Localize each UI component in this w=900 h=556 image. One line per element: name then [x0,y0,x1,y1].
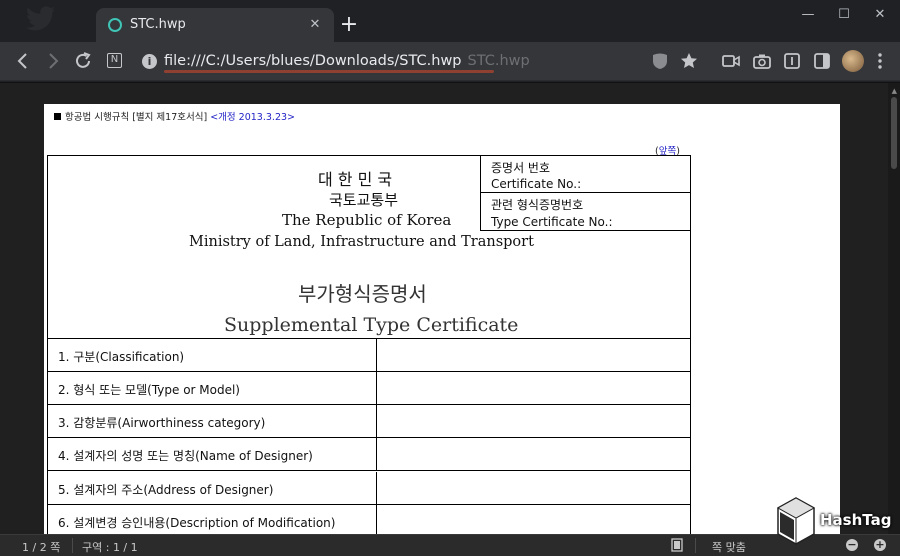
watermark-brand: HashTag [820,511,892,529]
country-english: The Republic of Korea [282,211,452,229]
row-divider [376,405,377,438]
profile-avatar[interactable] [842,50,864,72]
page-counter: 1 / 2 쪽 [22,541,61,554]
row-label: 6. 설계변경 승인내용(Description of Modification… [58,516,336,530]
title-english: Supplemental Type Certificate [224,314,519,336]
row-label: 2. 형식 또는 모델(Type or Model) [58,383,240,397]
form-row-modification: 6. 설계변경 승인내용(Description of Modification… [48,505,690,534]
maximize-button[interactable]: ☐ [833,4,855,26]
row-divider [376,438,377,471]
cert-box-divider [481,192,690,193]
reading-list-icon[interactable] [781,50,803,72]
type-cert-korean: 관련 형식증명번호 [491,198,584,212]
ministry-korean: 국토교통부 [329,191,399,209]
active-tab[interactable]: STC.hwp ✕ [96,8,334,42]
tab-close-icon[interactable]: ✕ [306,16,324,34]
cert-no-english: Certificate No.: [491,177,582,191]
bullet-square-icon [54,113,61,120]
url-underline [164,70,494,73]
section-indicator: 구역 : 1 / 1 [82,541,138,554]
status-bar: 1 / 2 쪽 구역 : 1 / 1 쪽 맞춤 − + [0,534,900,556]
browser-toolbar: N i file:///C:/Users/blues/Downloads/STC… [0,42,900,81]
form-row-airworthiness: 3. 감항분류(Airworthiness category) [48,405,690,438]
back-arrow-icon[interactable] [12,50,34,72]
twitter-bird-icon [26,6,55,31]
fit-page-button[interactable]: 쪽 맞춤 [712,539,746,555]
reader-mode-icon[interactable]: N [107,53,122,68]
title-korean: 부가형식증명서 [298,282,427,306]
video-icon[interactable] [720,50,742,72]
cert-no-korean: 증명서 번호 [491,161,551,175]
revision-link[interactable]: <개정 2013.3.23> [210,112,295,123]
status-separator [695,538,696,553]
status-separator [72,538,73,553]
form-row-model: 2. 형식 또는 모델(Type or Model) [48,372,690,405]
url-ghost-text: STC.hwp [467,53,530,69]
menu-kebab-icon[interactable] [869,50,891,72]
bookmark-star-icon[interactable] [678,50,700,72]
shield-icon[interactable] [649,50,671,72]
reload-icon[interactable] [72,50,94,72]
tab-title: STC.hwp [130,17,186,32]
tab-favicon-icon [108,18,122,32]
page-view-icon[interactable] [671,538,683,555]
form-row-designer-address: 5. 설계자의 주소(Address of Designer) [48,472,690,505]
scroll-up-icon[interactable]: ▲ [892,87,897,95]
close-window-button[interactable]: ✕ [869,4,891,26]
certificate-form: 대 한 민 국 국토교통부 The Republic of Korea Mini… [47,155,691,534]
tab-strip: STC.hwp ✕ + — ☐ ✕ [0,0,900,42]
type-cert-english: Type Certificate No.: [491,215,613,229]
forward-arrow-icon[interactable] [42,50,64,72]
ministry-english: Ministry of Land, Infrastructure and Tra… [189,234,534,250]
row-label: 1. 구분(Classification) [58,350,185,364]
form-row-classification: 1. 구분(Classification) [48,339,690,372]
law-reference: 항공법 시행규칙 [별지 제17호서식] <개정 2013.3.23> [54,109,295,123]
site-info-icon[interactable]: i [142,54,157,69]
country-korean: 대 한 민 국 [318,170,393,189]
form-row-designer-name: 4. 설계자의 성명 또는 명칭(Name of Designer) [48,438,690,471]
camera-icon[interactable] [751,50,773,72]
document-viewer[interactable]: 항공법 시행규칙 [별지 제17호서식] <개정 2013.3.23> (앞쪽)… [0,82,900,534]
row-divider [376,372,377,405]
row-label: 4. 설계자의 성명 또는 명칭(Name of Designer) [58,449,313,463]
row-divider [376,339,377,372]
hashtag-watermark: HashTag [774,494,894,550]
side-panel-icon[interactable] [811,50,833,72]
certificate-number-box: 증명서 번호 Certificate No.: 관련 형식증명번호 Type C… [480,155,691,231]
url-text[interactable]: file:///C:/Users/blues/Downloads/STC.hwp… [164,53,530,69]
document-page: 항공법 시행규칙 [별지 제17호서식] <개정 2013.3.23> (앞쪽)… [44,104,840,534]
new-tab-button[interactable]: + [338,14,360,36]
row-divider [376,505,377,534]
row-label: 3. 감항분류(Airworthiness category) [58,416,266,430]
row-label: 5. 설계자의 주소(Address of Designer) [58,483,274,497]
address-bar[interactable]: i file:///C:/Users/blues/Downloads/STC.h… [136,49,530,75]
minimize-button[interactable]: — [797,4,819,26]
row-divider [376,472,377,505]
scrollbar-thumb[interactable] [891,97,897,169]
hashtag-cube-logo [776,497,816,545]
vertical-scrollbar[interactable]: ▲ [888,83,900,534]
